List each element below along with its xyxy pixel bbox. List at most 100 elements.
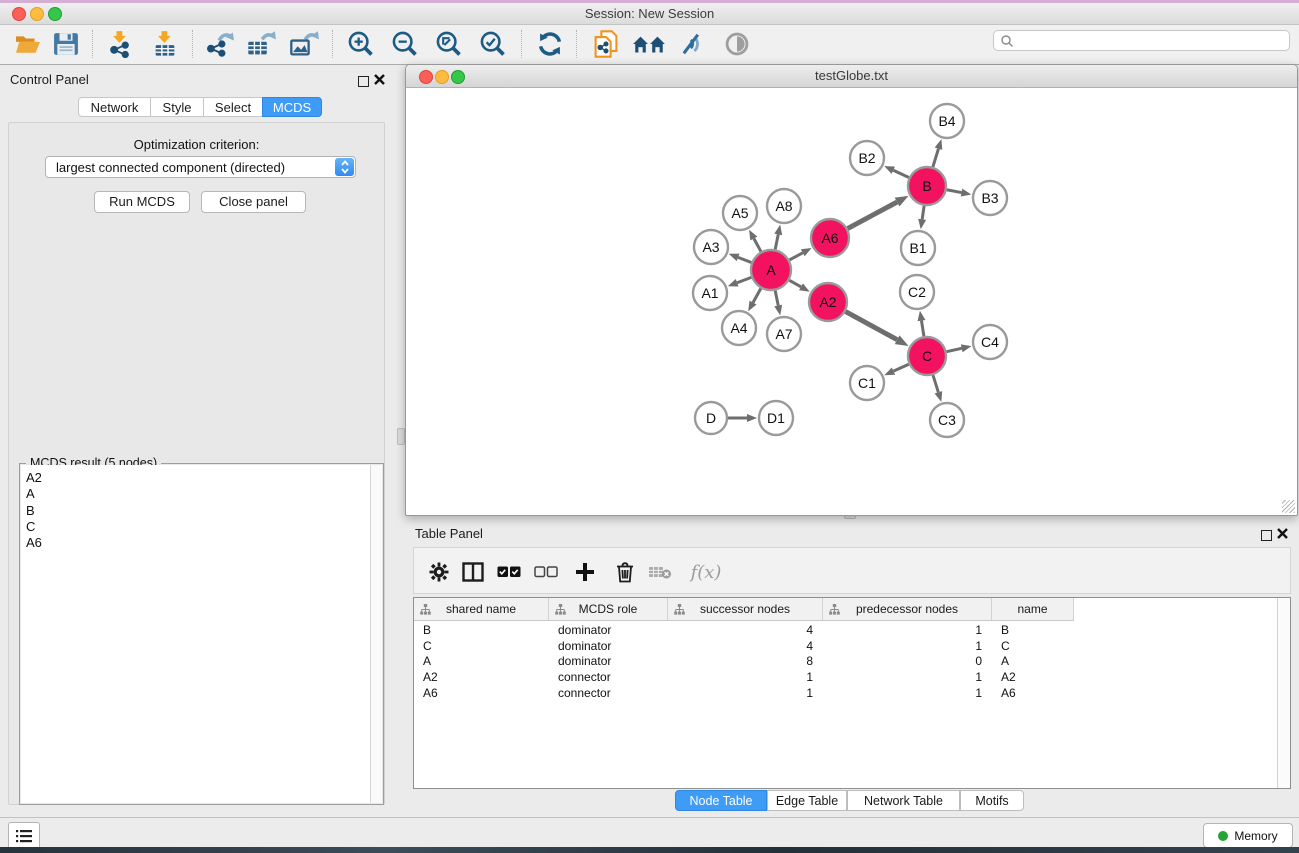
table-row[interactable]: Cdominator41C bbox=[414, 638, 1278, 654]
result-list-item[interactable]: A2 bbox=[26, 470, 371, 486]
delete-columns-icon bbox=[616, 562, 634, 583]
memory-button[interactable]: Memory bbox=[1203, 823, 1293, 848]
run-mcds-button[interactable]: Run MCDS bbox=[94, 191, 190, 213]
float-panel-icon[interactable] bbox=[1261, 528, 1272, 546]
graph-node-A4[interactable]: A4 bbox=[722, 311, 756, 345]
show-details-button[interactable] bbox=[721, 29, 753, 59]
close-traffic-light[interactable] bbox=[12, 7, 26, 21]
result-list-item[interactable]: B bbox=[26, 503, 371, 519]
tab-style[interactable]: Style bbox=[150, 97, 204, 117]
graph-node-A1[interactable]: A1 bbox=[693, 276, 727, 310]
graph-node-C2[interactable]: C2 bbox=[900, 275, 934, 309]
settings-gear-button[interactable] bbox=[426, 559, 452, 585]
network-canvas[interactable]: B4 B2 B B3 A8 A5 A6 A3 B1 A A1 C2 A2 A4 A7 C4 C C1 C3 D D1 bbox=[406, 88, 1297, 515]
tab-node-table[interactable]: Node Table bbox=[675, 790, 767, 811]
function-builder-button[interactable]: f(x) bbox=[686, 559, 726, 585]
hide-graphics-details-button[interactable] bbox=[676, 29, 708, 59]
duplicate-network-button[interactable] bbox=[590, 29, 622, 59]
graph-node-B[interactable]: B bbox=[908, 167, 946, 205]
tab-network[interactable]: Network bbox=[78, 97, 151, 117]
graph-node-D[interactable]: D bbox=[695, 402, 727, 434]
graph-node-A3[interactable]: A3 bbox=[694, 230, 728, 264]
resize-grip-icon[interactable] bbox=[1282, 500, 1295, 513]
result-list-item[interactable]: A6 bbox=[26, 535, 371, 551]
close-traffic-light[interactable] bbox=[419, 70, 433, 84]
graph-node-A6[interactable]: A6 bbox=[811, 219, 849, 257]
zoom-out-button[interactable] bbox=[389, 29, 421, 59]
mcds-result-list[interactable]: A2ABCA6 bbox=[21, 465, 371, 803]
column-header-successor-nodes[interactable]: successor nodes bbox=[668, 598, 823, 620]
show-panels-button[interactable] bbox=[8, 822, 40, 850]
graph-node-C1[interactable]: C1 bbox=[850, 366, 884, 400]
result-list-item[interactable]: C bbox=[26, 519, 371, 535]
graph-node-C4[interactable]: C4 bbox=[973, 325, 1007, 359]
control-panel: Control Panel Network Style Select MCDS … bbox=[0, 64, 391, 817]
zoom-traffic-light[interactable] bbox=[451, 70, 465, 84]
graph-node-D1[interactable]: D1 bbox=[759, 401, 793, 435]
column-header-shared-name[interactable]: shared name bbox=[414, 598, 549, 620]
delete-table-button[interactable] bbox=[647, 559, 673, 585]
close-panel-button[interactable]: Close panel bbox=[201, 191, 306, 213]
float-panel-icon[interactable] bbox=[358, 74, 369, 92]
save-session-button[interactable] bbox=[50, 29, 82, 59]
table-cell: A2 bbox=[992, 670, 1074, 684]
minimize-traffic-light[interactable] bbox=[435, 70, 449, 84]
session-title: Session: New Session bbox=[0, 3, 1299, 24]
import-network-button[interactable] bbox=[104, 29, 136, 59]
table-cell: B bbox=[414, 623, 549, 637]
result-scrollbar[interactable] bbox=[370, 465, 382, 803]
result-list-item[interactable]: A bbox=[26, 486, 371, 502]
graph-node-A5[interactable]: A5 bbox=[723, 196, 757, 230]
column-header-name[interactable]: name bbox=[992, 598, 1074, 620]
tab-select[interactable]: Select bbox=[203, 97, 263, 117]
import-table-button[interactable] bbox=[149, 29, 181, 59]
table-row[interactable]: A2connector11A2 bbox=[414, 669, 1278, 685]
table-scrollbar[interactable] bbox=[1277, 598, 1290, 788]
add-column-button[interactable] bbox=[572, 559, 598, 585]
zoom-selected-button[interactable] bbox=[477, 29, 509, 59]
export-table-button[interactable] bbox=[245, 29, 277, 59]
zoom-fit-button[interactable] bbox=[433, 29, 465, 59]
criterion-select[interactable]: largest connected component (directed) bbox=[45, 156, 356, 178]
delete-columns-button[interactable] bbox=[612, 559, 638, 585]
graph-node-C[interactable]: C bbox=[908, 337, 946, 375]
zoom-out-icon bbox=[391, 30, 419, 58]
svg-text:D1: D1 bbox=[767, 410, 785, 426]
svg-text:B3: B3 bbox=[981, 190, 998, 206]
zoom-traffic-light[interactable] bbox=[48, 7, 62, 21]
network-window-titlebar[interactable]: testGlobe.txt bbox=[406, 65, 1297, 88]
column-header-MCDS-role[interactable]: MCDS role bbox=[549, 598, 668, 620]
close-panel-icon[interactable] bbox=[1277, 526, 1288, 544]
unselect-all-columns-button[interactable] bbox=[533, 559, 559, 585]
graph-node-B1[interactable]: B1 bbox=[901, 231, 935, 265]
refresh-button[interactable] bbox=[534, 29, 566, 59]
column-header-predecessor-nodes[interactable]: predecessor nodes bbox=[823, 598, 992, 620]
export-network-button[interactable] bbox=[203, 29, 235, 59]
tab-edge-table[interactable]: Edge Table bbox=[767, 790, 847, 811]
tab-motifs[interactable]: Motifs bbox=[960, 790, 1024, 811]
split-divider-handle[interactable] bbox=[397, 428, 405, 445]
tab-network-table[interactable]: Network Table bbox=[847, 790, 960, 811]
graph-node-B3[interactable]: B3 bbox=[973, 181, 1007, 215]
graph-node-A8[interactable]: A8 bbox=[767, 189, 801, 223]
graph-node-A7[interactable]: A7 bbox=[767, 317, 801, 351]
tab-mcds[interactable]: MCDS bbox=[262, 97, 322, 117]
graph-node-B2[interactable]: B2 bbox=[850, 141, 884, 175]
home-button[interactable] bbox=[630, 29, 668, 59]
split-columns-button[interactable] bbox=[460, 559, 486, 585]
zoom-in-button[interactable] bbox=[345, 29, 377, 59]
graph-node-A2[interactable]: A2 bbox=[809, 283, 847, 321]
export-image-button[interactable] bbox=[288, 29, 320, 59]
graph-node-B4[interactable]: B4 bbox=[930, 104, 964, 138]
table-row[interactable]: A6connector11A6 bbox=[414, 685, 1278, 701]
graph-node-C3[interactable]: C3 bbox=[930, 403, 964, 437]
open-session-button[interactable] bbox=[12, 29, 44, 59]
table-row[interactable]: Adominator80A bbox=[414, 653, 1278, 669]
table-row[interactable]: Bdominator41B bbox=[414, 622, 1278, 638]
search-input[interactable] bbox=[993, 30, 1290, 51]
close-panel-icon[interactable] bbox=[374, 72, 385, 90]
graph-node-A[interactable]: A bbox=[751, 250, 791, 290]
select-all-columns-button[interactable] bbox=[496, 559, 522, 585]
unselect-all-columns-icon bbox=[534, 566, 558, 578]
minimize-traffic-light[interactable] bbox=[30, 7, 44, 21]
